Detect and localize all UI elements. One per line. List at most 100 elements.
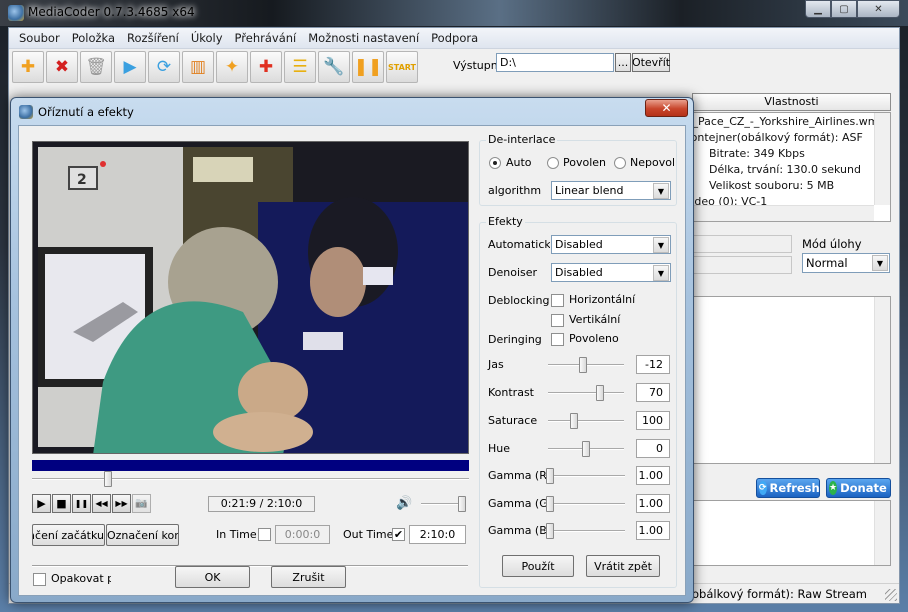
settings-button[interactable]: 🔧 xyxy=(318,51,350,83)
video-frame: 2 xyxy=(33,142,468,453)
slider-thumb-gamma-g[interactable] xyxy=(546,496,555,512)
pause-button[interactable]: ❚❚ xyxy=(352,51,384,83)
revert-button[interactable]: Vrátit zpět xyxy=(586,555,660,577)
seek-track[interactable] xyxy=(32,478,469,480)
slider-value-gamma-b[interactable]: 1.00 xyxy=(636,521,670,540)
browse-button[interactable]: ... xyxy=(615,53,631,72)
preview-button[interactable]: ⟳ xyxy=(148,51,180,83)
properties-hscroll[interactable] xyxy=(693,205,874,221)
slider-value-gamma-r[interactable]: 1.00 xyxy=(636,466,670,485)
slider-value-saturace[interactable]: 100 xyxy=(636,411,670,430)
deinterlace-disabled-radio[interactable] xyxy=(614,157,626,169)
slider-thumb-hue[interactable] xyxy=(582,441,590,457)
menu-prehravani[interactable]: Přehrávání xyxy=(229,31,303,45)
deinterlace-title: De-interlace xyxy=(486,133,558,146)
clear-list-button[interactable]: 🗑 xyxy=(80,51,112,83)
slider-label-kontrast: Kontrast xyxy=(488,386,534,399)
play-button[interactable]: ▶ xyxy=(114,51,146,83)
stop-button[interactable]: ■ xyxy=(52,494,71,513)
message-vscroll[interactable] xyxy=(874,501,890,565)
mark-end-button[interactable]: Označení konce xyxy=(106,524,179,546)
title-bar: MediaCoder 0.7.3.4685 x64 ▁ ▢ ✕ xyxy=(0,0,908,26)
extensions-button[interactable]: ✚ xyxy=(250,51,282,83)
algorithm-select[interactable]: Linear blend ▼ xyxy=(551,181,671,200)
rewind-icon: ◀◀ xyxy=(95,499,108,508)
trash-icon: 🗑 xyxy=(85,57,107,77)
queue-button[interactable]: ☰ xyxy=(284,51,316,83)
close-button[interactable]: ✕ xyxy=(857,0,900,18)
slider-track-gamma-g[interactable] xyxy=(545,503,625,505)
deringing-checkbox[interactable] xyxy=(551,333,564,346)
remove-file-button[interactable]: ✖ xyxy=(46,51,78,83)
denoiser-select[interactable]: Disabled ▼ xyxy=(551,263,671,282)
deinterlace-enabled-radio[interactable] xyxy=(547,157,559,169)
open-folder-button[interactable]: Otevřít xyxy=(632,53,670,72)
slider-label-gamma-b: Gamma (B) xyxy=(488,524,552,537)
property-duration: Délka, trvání: 130.0 sekund xyxy=(709,163,861,176)
dialog-title: Oříznutí a efekty xyxy=(38,105,134,119)
slider-value-gamma-g[interactable]: 1.00 xyxy=(636,494,670,513)
wizard-button[interactable]: ✦ xyxy=(216,51,248,83)
output-label: Výstupní xyxy=(453,59,501,72)
field-2 xyxy=(692,256,792,274)
slider-value-hue[interactable]: 0 xyxy=(636,439,670,458)
chevron-down-icon: ▼ xyxy=(653,237,669,253)
deinterlace-group: De-interlace Auto Povoleno Nepovoleno al… xyxy=(479,133,677,206)
menu-moznosti[interactable]: Možnosti nastavení xyxy=(302,31,425,45)
slider-value-kontrast[interactable]: 70 xyxy=(636,383,670,402)
refresh-label: Refresh xyxy=(769,481,820,495)
properties-vscroll[interactable] xyxy=(874,113,890,205)
deblock-horizontal-checkbox[interactable] xyxy=(551,294,564,307)
slider-track-gamma-r[interactable] xyxy=(545,475,625,477)
snapshot-button[interactable]: 📷 xyxy=(132,494,151,513)
dialog-close-button[interactable]: ✕ xyxy=(645,99,688,117)
deblock-vertical-checkbox[interactable] xyxy=(551,314,564,327)
mark-start-button[interactable]: Označení začátku xyxy=(32,524,105,546)
seek-thumb[interactable] xyxy=(104,471,113,487)
task-mode-label: Mód úlohy xyxy=(802,237,862,251)
menu-rozsireni[interactable]: Rozšíření xyxy=(121,31,185,45)
in-time-input[interactable]: 0:00:0 xyxy=(275,525,330,544)
effects-group: Efekty Automatická úprava Disabled ▼ Den… xyxy=(479,215,677,588)
out-time-checkbox[interactable]: ✔ xyxy=(392,528,405,541)
log-vscroll[interactable] xyxy=(874,297,890,463)
menu-polozka[interactable]: Položka xyxy=(66,31,121,45)
task-mode-select[interactable]: Normal ▼ xyxy=(802,253,890,273)
rewind-button[interactable]: ◀◀ xyxy=(92,494,111,513)
slider-thumb-saturace[interactable] xyxy=(570,413,579,429)
cancel-button[interactable]: Zrušit xyxy=(271,566,346,588)
menu-ukoly[interactable]: Úkoly xyxy=(185,31,229,45)
mark-start-label: Označení začátku xyxy=(33,528,104,542)
slider-thumb-gamma-b[interactable] xyxy=(546,523,555,539)
menu-soubor[interactable]: Soubor xyxy=(13,31,66,45)
volume-thumb[interactable] xyxy=(458,496,466,512)
menu-podpora[interactable]: Podpora xyxy=(425,31,484,45)
deinterlace-auto-radio[interactable] xyxy=(489,157,501,169)
chevron-down-icon: ▼ xyxy=(653,183,669,199)
repeat-checkbox[interactable] xyxy=(33,573,46,586)
ok-button[interactable]: OK xyxy=(175,566,250,588)
maximize-button[interactable]: ▢ xyxy=(831,0,857,18)
slider-track-kontrast[interactable] xyxy=(548,392,624,394)
slider-thumb-kontrast[interactable] xyxy=(595,385,604,401)
output-folder-input[interactable]: D:\ xyxy=(496,53,614,72)
slider-track-saturace[interactable] xyxy=(548,420,624,422)
minimize-button[interactable]: ▁ xyxy=(805,0,831,18)
in-time-checkbox[interactable] xyxy=(258,528,271,541)
slider-value-jas[interactable]: -12 xyxy=(636,355,670,374)
resize-grip[interactable] xyxy=(885,589,897,601)
statistics-button[interactable]: ▥ xyxy=(182,51,214,83)
auto-adjust-select[interactable]: Disabled ▼ xyxy=(551,235,671,254)
start-button[interactable]: START xyxy=(386,51,418,83)
donate-button[interactable]: ★ Donate xyxy=(826,478,891,498)
add-file-button[interactable]: ✚ xyxy=(12,51,44,83)
slider-thumb-jas[interactable] xyxy=(578,357,587,373)
refresh-button[interactable]: ⟳ Refresh xyxy=(756,478,820,498)
fast-forward-button[interactable]: ▶▶ xyxy=(112,494,131,513)
slider-thumb-gamma-r[interactable] xyxy=(546,468,555,484)
out-time-input[interactable]: 2:10:0 xyxy=(409,525,466,544)
play-button[interactable]: ▶ xyxy=(32,494,51,513)
slider-track-gamma-b[interactable] xyxy=(545,530,625,532)
apply-button[interactable]: Použít xyxy=(502,555,574,577)
pause-button[interactable]: ❚❚ xyxy=(72,494,91,513)
